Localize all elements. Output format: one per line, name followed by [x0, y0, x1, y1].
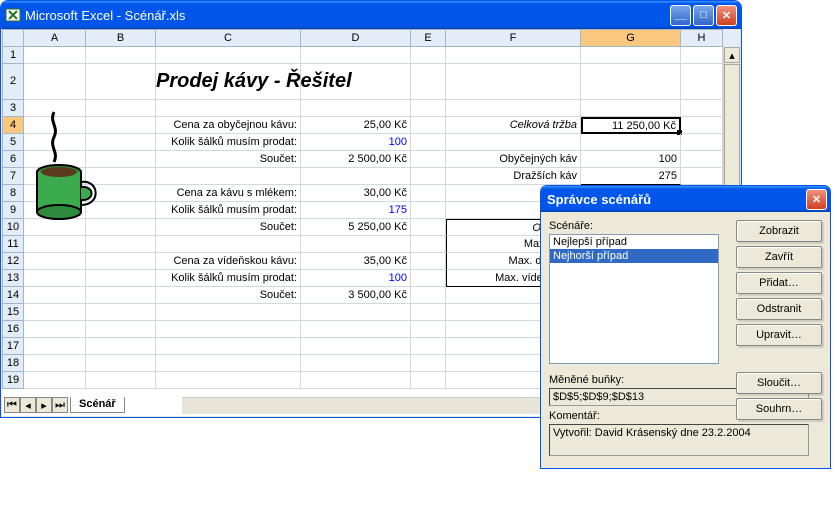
row-header[interactable]: 2	[2, 64, 24, 100]
row-header[interactable]: 12	[2, 253, 24, 270]
maximize-button[interactable]: □	[693, 5, 714, 26]
cell-value[interactable]: 100	[301, 134, 411, 151]
column-headers: A B C D E F G H	[2, 29, 740, 47]
tab-nav-next[interactable]: ▸	[36, 397, 52, 413]
cell-label[interactable]: Cena za kávu s mlékem:	[156, 185, 301, 202]
edit-button[interactable]: Upravit…	[736, 324, 822, 346]
row-header[interactable]: 13	[2, 270, 24, 287]
page-title[interactable]: Prodej kávy - Řešitel	[156, 64, 301, 100]
add-button[interactable]: Přidat…	[736, 272, 822, 294]
tab-nav-first[interactable]: ⏮	[4, 397, 20, 413]
cell-value[interactable]: 35,00 Kč	[301, 253, 411, 270]
minimize-button[interactable]: __	[670, 5, 691, 26]
titlebar[interactable]: Microsoft Excel - Scénář.xls __ □ ✕	[1, 1, 741, 29]
row-header[interactable]: 10	[2, 219, 24, 236]
sheet-tabs: ⏮ ◂ ▸ ⏭ Scénář	[4, 396, 125, 414]
row-header[interactable]: 9	[2, 202, 24, 219]
col-header[interactable]: C	[156, 29, 301, 47]
col-header[interactable]: B	[86, 29, 156, 47]
tab-nav-prev[interactable]: ◂	[20, 397, 36, 413]
scroll-up-button[interactable]: ▴	[724, 47, 740, 63]
active-cell[interactable]: 11 250,00 Kč	[581, 117, 681, 134]
row-header[interactable]: 17	[2, 338, 24, 355]
row-header[interactable]: 11	[2, 236, 24, 253]
cell-label[interactable]: Dražších káv	[446, 168, 581, 185]
close-button[interactable]: ✕	[716, 5, 737, 26]
scenario-manager-dialog: Správce scénářů ✕ Scénáře: Nejlepší příp…	[540, 185, 831, 469]
row-header[interactable]: 7	[2, 168, 24, 185]
row-header[interactable]: 19	[2, 372, 24, 389]
cell-label[interactable]: Kolik šálků musím prodat:	[156, 270, 301, 287]
cell-label[interactable]: Kolik šálků musím prodat:	[156, 202, 301, 219]
close-dlg-button[interactable]: Zavřít	[736, 246, 822, 268]
select-all-corner[interactable]	[2, 29, 24, 47]
comment-field: Vytvořil: David Krásenský dne 23.2.2004	[549, 424, 809, 456]
cell-label[interactable]: Celková tržba	[446, 117, 581, 134]
delete-button[interactable]: Odstranit	[736, 298, 822, 320]
row-header[interactable]: 15	[2, 304, 24, 321]
col-header[interactable]: D	[301, 29, 411, 47]
show-button[interactable]: Zobrazit	[736, 220, 822, 242]
row-header[interactable]: 16	[2, 321, 24, 338]
row-header[interactable]: 3	[2, 100, 24, 117]
window-title: Microsoft Excel - Scénář.xls	[25, 8, 670, 23]
cell-value[interactable]: 5 250,00 Kč	[301, 219, 411, 236]
sheet-tab[interactable]: Scénář	[70, 397, 125, 413]
row-header[interactable]: 6	[2, 151, 24, 168]
row-header[interactable]: 14	[2, 287, 24, 304]
cell-value[interactable]: 175	[301, 202, 411, 219]
cell-value[interactable]: 3 500,00 Kč	[301, 287, 411, 304]
row-header[interactable]: 4	[2, 117, 24, 134]
merge-button[interactable]: Sloučit…	[736, 372, 822, 394]
col-header[interactable]: E	[411, 29, 446, 47]
list-item[interactable]: Nejhorší případ	[550, 249, 718, 263]
row-header[interactable]: 5	[2, 134, 24, 151]
cell-value[interactable]: 275	[581, 168, 681, 185]
row-header[interactable]: 18	[2, 355, 24, 372]
cell-label[interactable]: Kolik šálků musím prodat:	[156, 134, 301, 151]
dialog-close-button[interactable]: ✕	[806, 189, 827, 210]
cell-label[interactable]: Součet:	[156, 219, 301, 236]
dialog-title: Správce scénářů	[547, 192, 651, 207]
row-header[interactable]: 1	[2, 47, 24, 64]
cell-label[interactable]: Součet:	[156, 151, 301, 168]
col-header[interactable]: G	[581, 29, 681, 47]
summary-button[interactable]: Souhrn…	[736, 398, 822, 420]
cell-label[interactable]: Cena za obyčejnou kávu:	[156, 117, 301, 134]
col-header[interactable]: H	[681, 29, 723, 47]
cell-label[interactable]: Součet:	[156, 287, 301, 304]
cell-value[interactable]: 100	[301, 270, 411, 287]
cell-value[interactable]: 100	[581, 151, 681, 168]
scenarios-listbox[interactable]: Nejlepší případ Nejhorší případ	[549, 234, 719, 364]
excel-icon	[5, 7, 21, 23]
col-header[interactable]: F	[446, 29, 581, 47]
cell-value[interactable]: 2 500,00 Kč	[301, 151, 411, 168]
dialog-titlebar[interactable]: Správce scénářů ✕	[541, 186, 830, 212]
col-header[interactable]: A	[24, 29, 86, 47]
cell-value[interactable]: 30,00 Kč	[301, 185, 411, 202]
list-item[interactable]: Nejlepší případ	[550, 235, 718, 249]
row-header[interactable]: 8	[2, 185, 24, 202]
cell-label[interactable]: Cena za vídeňskou kávu:	[156, 253, 301, 270]
cell-value[interactable]: 25,00 Kč	[301, 117, 411, 134]
tab-nav-last[interactable]: ⏭	[52, 397, 68, 413]
cell-label[interactable]: Obyčejných káv	[446, 151, 581, 168]
